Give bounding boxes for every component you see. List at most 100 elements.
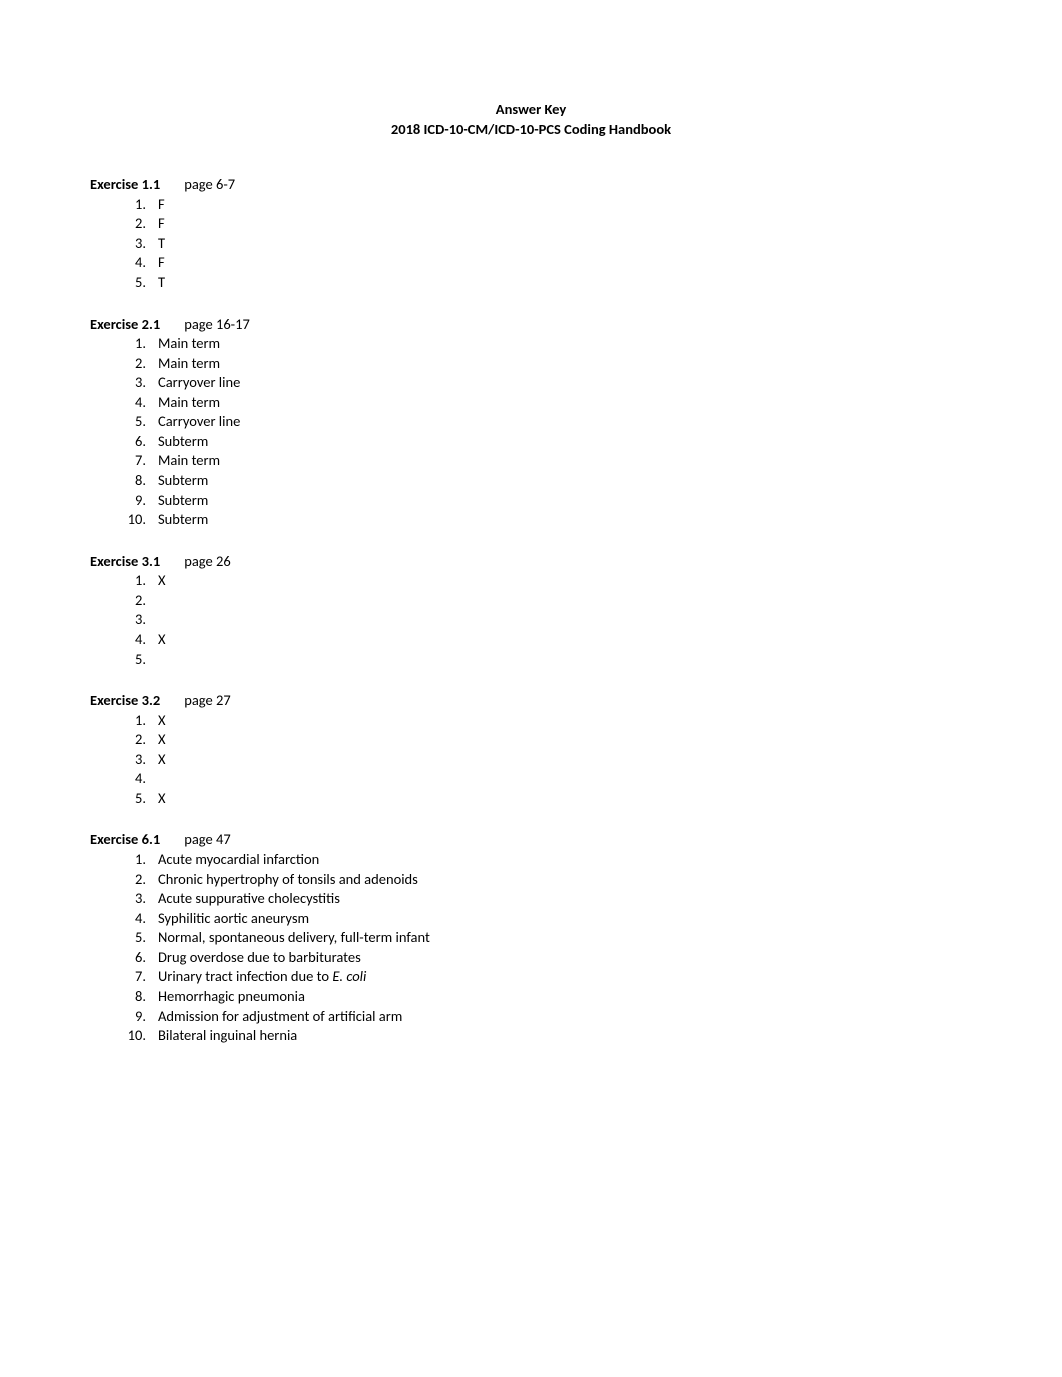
list-item: Main term (150, 393, 972, 413)
answer-text: Bilateral inguinal hernia (158, 1026, 297, 1046)
exercise-header: Exercise 3.1 page 26 (90, 552, 972, 572)
exercise-block: Exercise 3.2page 27XXX X (90, 691, 972, 808)
answer-text (158, 650, 161, 670)
list-item: Drug overdose due to barbiturates (150, 948, 972, 968)
answer-text: T (158, 273, 165, 293)
answer-text: Carryover line (158, 373, 240, 393)
list-item: Normal, spontaneous delivery, full-term … (150, 928, 972, 948)
list-item: X (150, 730, 972, 750)
list-item: F (150, 214, 972, 234)
list-item: Urinary tract infection due to E. coli (150, 967, 972, 987)
answer-text: Chronic hypertrophy of tonsils and adeno… (158, 870, 418, 890)
list-item: Main term (150, 354, 972, 374)
list-item: Subterm (150, 432, 972, 452)
answer-text: F (158, 253, 165, 273)
title-line-1: Answer Key (90, 100, 972, 120)
list-item: T (150, 273, 972, 293)
list-item: Acute myocardial infarction (150, 850, 972, 870)
answer-list: X X (90, 571, 972, 669)
answer-text: X (158, 571, 166, 591)
list-item: Subterm (150, 491, 972, 511)
exercise-page: page 47 (184, 830, 230, 848)
answer-text: Acute myocardial infarction (158, 850, 319, 870)
answer-text: Admission for adjustment of artificial a… (158, 1007, 402, 1027)
list-item: Hemorrhagic pneumonia (150, 987, 972, 1007)
list-item: Acute suppurative cholecystitis (150, 889, 972, 909)
exercise-label: Exercise 3.1 (90, 552, 160, 570)
title-line-2: 2018 ICD-10-CM/ICD-10-PCS Coding Handboo… (90, 120, 972, 140)
list-item: Carryover line (150, 412, 972, 432)
answer-text: X (158, 750, 166, 770)
list-item (150, 591, 972, 611)
list-item: X (150, 630, 972, 650)
exercise-label: Exercise 3.2 (90, 691, 160, 709)
answer-text: F (158, 214, 165, 234)
answer-text: F (158, 195, 165, 215)
list-item: Carryover line (150, 373, 972, 393)
exercise-page: page 27 (184, 691, 230, 709)
list-item: X (150, 789, 972, 809)
answer-text: Main term (158, 354, 220, 374)
list-item: Syphilitic aortic aneurysm (150, 909, 972, 929)
answer-prefix: Urinary tract infection due to (158, 967, 332, 985)
list-item (150, 769, 972, 789)
list-item: X (150, 711, 972, 731)
exercise-page: page 26 (184, 552, 230, 570)
answer-text (158, 610, 161, 630)
answer-italic: E. coli (332, 967, 366, 985)
exercise-label: Exercise 1.1 (90, 175, 160, 193)
answer-text: Drug overdose due to barbiturates (158, 948, 361, 968)
answer-text: Subterm (158, 491, 208, 511)
list-item: Bilateral inguinal hernia (150, 1026, 972, 1046)
exercise-page: page 16-17 (184, 315, 250, 333)
exercise-block: Exercise 6.1 page 47 Acute myocardial infa… (90, 830, 972, 1045)
answer-list: Main termMain termCarryover lineMain ter… (90, 334, 972, 530)
exercise-header: Exercise 1.1 page 6-7 (90, 175, 972, 195)
answer-text: Carryover line (158, 412, 240, 432)
answer-list: FFTFT (90, 195, 972, 293)
exercise-header: Exercise 6.1 page 47 (90, 830, 972, 850)
answer-list: XXX X (90, 711, 972, 809)
list-item: Admission for adjustment of artificial a… (150, 1007, 972, 1027)
list-item: X (150, 750, 972, 770)
answer-text (158, 591, 161, 611)
answer-list: Acute myocardial infarctionChronic hyper… (90, 850, 972, 1046)
list-item: F (150, 253, 972, 273)
list-item (150, 610, 972, 630)
list-item: Main term (150, 451, 972, 471)
answer-text: Acute suppurative cholecystitis (158, 889, 340, 909)
answer-text: X (158, 630, 166, 650)
list-item: Subterm (150, 510, 972, 530)
answer-text: Urinary tract infection due to E. coli (158, 967, 366, 987)
list-item: Chronic hypertrophy of tonsils and adeno… (150, 870, 972, 890)
answer-text: Subterm (158, 510, 208, 530)
exercise-label: Exercise 6.1 (90, 830, 160, 848)
answer-text: Subterm (158, 432, 208, 452)
list-item: T (150, 234, 972, 254)
answer-text: Subterm (158, 471, 208, 491)
list-item: Main term (150, 334, 972, 354)
answer-text: X (158, 711, 166, 731)
answer-text: Main term (158, 451, 220, 471)
list-item: F (150, 195, 972, 215)
exercise-label: Exercise 2.1 (90, 315, 160, 333)
answer-text: Main term (158, 393, 220, 413)
list-item: Subterm (150, 471, 972, 491)
list-item: X (150, 571, 972, 591)
answer-text: T (158, 234, 165, 254)
answer-text: Normal, spontaneous delivery, full-term … (158, 928, 430, 948)
answer-text (158, 769, 161, 789)
document-title: Answer Key 2018 ICD-10-CM/ICD-10-PCS Cod… (90, 100, 972, 139)
answer-text: Main term (158, 334, 220, 354)
exercise-header: Exercise 2.1 page 16-17 (90, 315, 972, 335)
exercise-block: Exercise 3.1page 26X X (90, 552, 972, 669)
list-item (150, 650, 972, 670)
answer-text: Syphilitic aortic aneurysm (158, 909, 309, 929)
exercise-header: Exercise 3.2 page 27 (90, 691, 972, 711)
answer-text: X (158, 789, 166, 809)
exercise-block: Exercise 1.1page 6-7FFTFT (90, 175, 972, 292)
answer-text: Hemorrhagic pneumonia (158, 987, 305, 1007)
exercise-page: page 6-7 (184, 175, 235, 193)
exercise-block: Exercise 2.1page 16-17Main termMain term… (90, 315, 972, 530)
answer-text: X (158, 730, 166, 750)
